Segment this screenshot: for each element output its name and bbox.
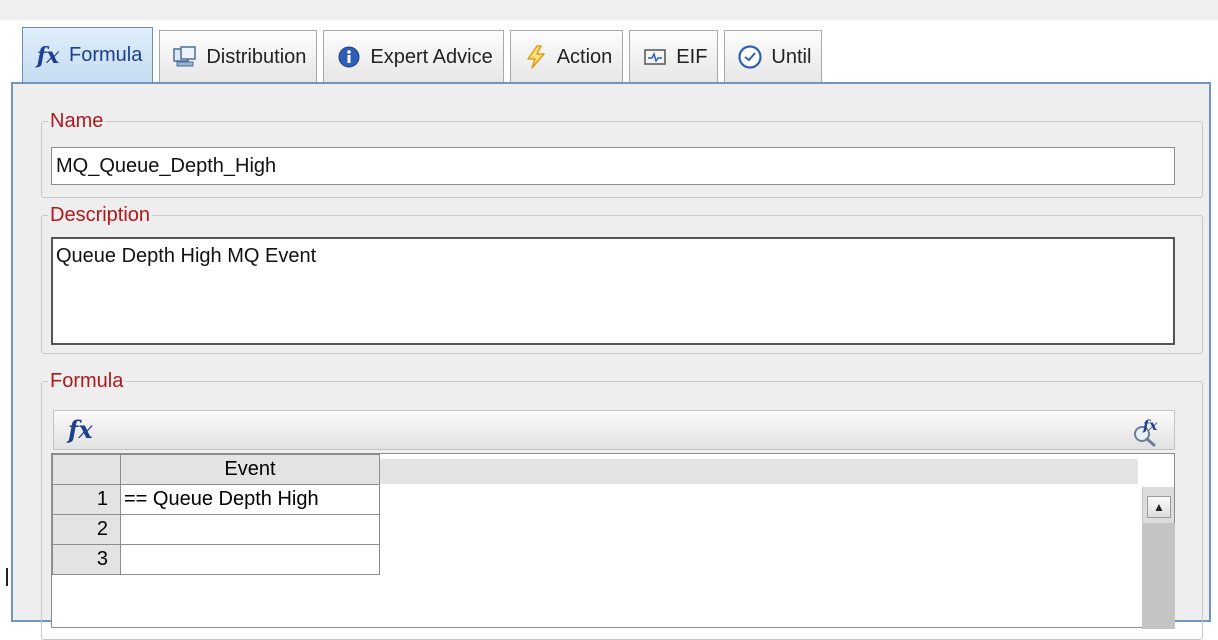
tab-formula-label: Formula [69,44,143,66]
window-top-strip [0,0,1218,20]
name-field[interactable] [51,147,1175,185]
tab-eif[interactable]: EIF [629,30,719,83]
event-cell[interactable] [120,544,380,575]
scroll-thumb[interactable] [1143,523,1175,629]
table-row[interactable]: 2 [52,514,380,545]
lightning-icon [523,44,549,70]
tab-distribution[interactable]: Distribution [159,30,318,83]
tab-until-label: Until [771,45,812,68]
formula-panel: Name Description Queue Depth High MQ Eve… [11,82,1211,640]
tab-distribution-label: Distribution [206,45,307,68]
event-cell[interactable] [120,514,380,545]
function-fx-button[interactable]: fx [68,415,93,444]
table-row[interactable]: 1 == Queue Depth High [52,484,380,515]
table-header-row: Event [52,454,380,485]
tab-until[interactable]: Until [724,30,823,83]
row-number: 3 [52,544,121,575]
tab-formula[interactable]: fx Formula [22,27,154,83]
distribution-icon [172,44,198,70]
left-edge-mark [6,568,8,586]
tab-expert-advice[interactable]: Expert Advice [323,30,504,83]
row-number: 1 [52,484,121,515]
table-header-fill [379,459,1138,484]
formula-grid: Event 1 == Queue Depth High 2 3 [52,454,380,575]
table-vertical-scrollbar[interactable]: ▲ [1142,487,1175,629]
tab-action-label: Action [556,45,613,68]
formula-legend: Formula [50,370,124,392]
tab-eif-label: EIF [676,45,708,68]
name-legend: Name [50,110,104,132]
formula-table: Event 1 == Queue Depth High 2 3 ▲ [51,453,1175,629]
table-row[interactable]: 3 [52,544,380,575]
description-field[interactable]: Queue Depth High MQ Event [51,237,1175,345]
tab-expert-advice-label: Expert Advice [370,45,493,68]
formula-search-icon[interactable]: fx [1130,417,1160,447]
formula-toolbar: fx fx [53,410,1175,450]
clock-icon [737,44,763,70]
tab-action[interactable]: Action [509,30,624,83]
scroll-up-arrow-icon[interactable]: ▲ [1147,496,1171,518]
editor-tab-strip: fx Formula Distribution Expert Advice Ac… [22,27,828,83]
info-icon [336,44,362,70]
column-header-event[interactable]: Event [120,454,380,485]
description-legend: Description [50,204,151,226]
event-cell[interactable]: == Queue Depth High [120,484,380,515]
row-header-corner [52,454,121,485]
formula-fx-icon: fx [36,42,60,69]
row-number: 2 [52,514,121,545]
svg-text:fx: fx [1142,418,1158,434]
eif-icon [642,44,668,70]
